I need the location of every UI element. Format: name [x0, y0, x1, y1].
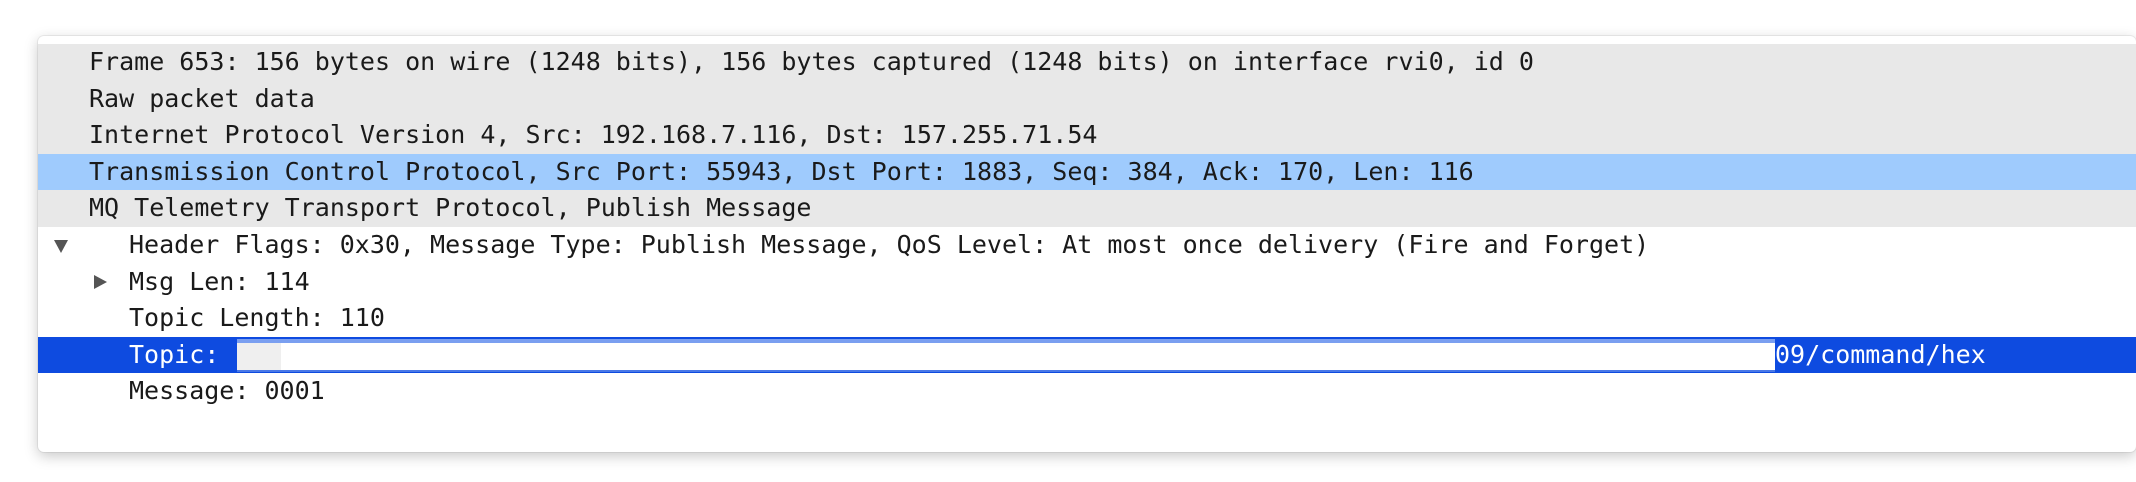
tree-row-label: MQ Telemetry Transport Protocol, Publish…	[89, 193, 812, 223]
packet-detail-tree: Frame 653: 156 bytes on wire (1248 bits)…	[38, 44, 2136, 410]
tree-row-label: Msg Len: 114	[129, 266, 310, 296]
tree-row-label: Frame 653: 156 bytes on wire (1248 bits)…	[89, 47, 1534, 76]
tree-row-label: Topic Length: 110	[129, 303, 385, 333]
redaction-cursor	[237, 342, 281, 370]
packet-details-pane: Frame 653: 156 bytes on wire (1248 bits)…	[38, 36, 2136, 452]
tree-row-label: Message: 0001	[129, 376, 325, 406]
tree-row-header-flags[interactable]: Header Flags: 0x30, Message Type: Publis…	[38, 227, 2136, 289]
tree-row-topic[interactable]: Topic: 09/command/hex	[38, 336, 2136, 374]
tree-row-ip[interactable]: Internet Protocol Version 4, Src: 192.16…	[38, 117, 2136, 179]
tree-row-raw-packet[interactable]: Raw packet data	[38, 80, 2136, 118]
topic-value-tail: 09/command/hex	[1775, 339, 1986, 369]
tree-row-message[interactable]: Message: 0001	[38, 373, 2136, 410]
tree-row-label: Transmission Control Protocol, Src Port:…	[89, 156, 1474, 186]
tree-row-msg-len[interactable]: Msg Len: 114	[38, 264, 2136, 301]
tree-row-frame[interactable]: Frame 653: 156 bytes on wire (1248 bits)…	[38, 44, 2136, 106]
tree-row-topic-length[interactable]: Topic Length: 110	[38, 300, 2136, 337]
redaction-box	[237, 338, 1775, 372]
topic-label: Topic:	[129, 339, 220, 369]
tree-row-label: Internet Protocol Version 4, Src: 192.16…	[89, 120, 1098, 150]
tree-row-mqtt[interactable]: MQ Telemetry Transport Protocol, Publish…	[38, 190, 2136, 253]
tree-row-tcp[interactable]: Transmission Control Protocol, Src Port:…	[38, 153, 2136, 216]
tree-row-label: Header Flags: 0x30, Message Type: Publis…	[129, 229, 1650, 259]
tree-row-label: Raw packet data	[89, 83, 315, 113]
